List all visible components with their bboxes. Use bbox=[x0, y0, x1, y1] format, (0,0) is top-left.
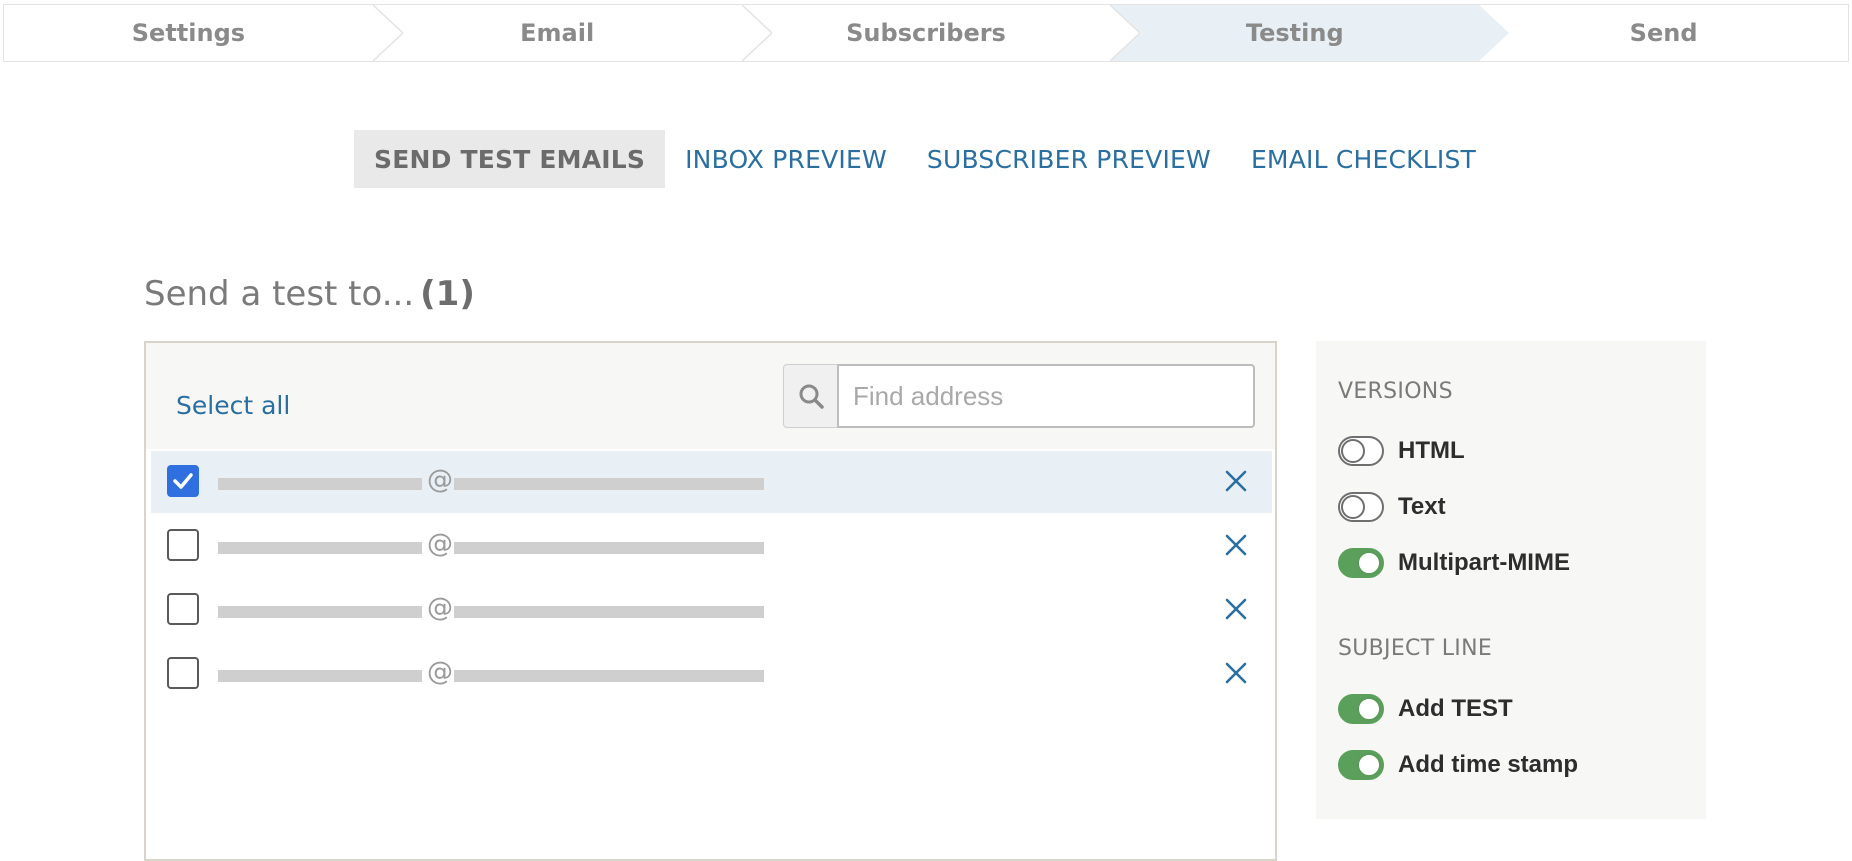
address-search bbox=[783, 364, 1255, 428]
tab-email-checklist[interactable]: EMAIL CHECKLIST bbox=[1231, 130, 1496, 188]
redacted-local-part bbox=[218, 670, 422, 682]
tab-subscriber-preview[interactable]: SUBSCRIBER PREVIEW bbox=[907, 130, 1231, 188]
search-icon bbox=[799, 384, 824, 409]
heading-text: Send a test to... bbox=[144, 274, 415, 314]
test-options-panel: VERSIONS HTML Text Multipart-MIME SUBJEC… bbox=[1316, 341, 1706, 819]
toggle-switch[interactable] bbox=[1338, 750, 1384, 780]
step-label: Subscribers bbox=[846, 19, 1006, 47]
at-symbol: @ bbox=[427, 593, 453, 623]
chevron-separator-icon bbox=[1110, 5, 1141, 61]
versions-heading: VERSIONS bbox=[1338, 379, 1453, 404]
select-all-link[interactable]: Select all bbox=[176, 391, 290, 420]
toggle-knob bbox=[1357, 697, 1381, 721]
chevron-separator-icon bbox=[741, 5, 772, 61]
toggle-switch[interactable] bbox=[1338, 548, 1384, 578]
recipient-row[interactable]: @ bbox=[151, 451, 1272, 513]
recipient-checkbox[interactable] bbox=[167, 529, 199, 561]
recipient-checkbox[interactable] bbox=[167, 593, 199, 625]
step-label: Settings bbox=[131, 19, 246, 47]
toggle-add-test[interactable]: Add TEST bbox=[1338, 693, 1513, 725]
remove-recipient-icon[interactable] bbox=[1222, 531, 1250, 559]
toggle-switch[interactable] bbox=[1338, 694, 1384, 724]
toggle-label: HTML bbox=[1398, 437, 1465, 464]
toggle-add-time-stamp[interactable]: Add time stamp bbox=[1338, 749, 1578, 781]
redacted-domain bbox=[454, 478, 764, 490]
at-symbol: @ bbox=[427, 465, 453, 495]
redacted-local-part bbox=[218, 542, 422, 554]
toggle-text[interactable]: Text bbox=[1338, 491, 1446, 523]
toggle-label: Multipart-MIME bbox=[1398, 549, 1570, 576]
step-subscribers[interactable]: Subscribers bbox=[742, 5, 1141, 61]
step-label: Email bbox=[520, 19, 595, 47]
redacted-domain bbox=[454, 542, 764, 554]
toggle-html[interactable]: HTML bbox=[1338, 435, 1465, 467]
wizard-stepper: Settings Email Subscribers Testing Send bbox=[3, 4, 1849, 62]
recipient-checkbox[interactable] bbox=[167, 465, 199, 497]
redacted-local-part bbox=[218, 478, 422, 490]
at-symbol: @ bbox=[427, 529, 453, 559]
toggle-knob bbox=[1341, 439, 1365, 463]
recipient-list: @ @ @ @ bbox=[151, 451, 1272, 707]
find-address-input[interactable] bbox=[837, 364, 1255, 428]
remove-recipient-icon[interactable] bbox=[1222, 595, 1250, 623]
recipient-panel: Select all @ bbox=[144, 341, 1277, 861]
toggle-knob bbox=[1357, 551, 1381, 575]
step-label: Testing bbox=[1245, 19, 1344, 47]
testing-tabs: SEND TEST EMAILS INBOX PREVIEW SUBSCRIBE… bbox=[354, 130, 1496, 188]
toggle-label: Add TEST bbox=[1398, 695, 1513, 722]
toggle-switch[interactable] bbox=[1338, 436, 1384, 466]
remove-recipient-icon[interactable] bbox=[1222, 659, 1250, 687]
toggle-knob bbox=[1341, 495, 1365, 519]
recipient-panel-header: Select all bbox=[146, 343, 1275, 449]
step-settings[interactable]: Settings bbox=[4, 5, 403, 61]
redacted-local-part bbox=[218, 606, 422, 618]
step-send[interactable]: Send bbox=[1479, 5, 1848, 61]
recipient-row[interactable]: @ bbox=[151, 515, 1272, 577]
toggle-label: Add time stamp bbox=[1398, 751, 1579, 778]
step-testing[interactable]: Testing bbox=[1110, 5, 1510, 61]
recipient-row[interactable]: @ bbox=[151, 643, 1272, 705]
toggle-multipart-mime[interactable]: Multipart-MIME bbox=[1338, 547, 1570, 579]
page-title: Send a test to... (1) bbox=[144, 274, 475, 314]
toggle-switch[interactable] bbox=[1338, 492, 1384, 522]
search-button[interactable] bbox=[783, 364, 837, 428]
tab-send-test-emails[interactable]: SEND TEST EMAILS bbox=[354, 130, 666, 188]
recipient-checkbox[interactable] bbox=[167, 657, 199, 689]
redacted-domain bbox=[454, 606, 764, 618]
step-label: Send bbox=[1629, 19, 1698, 47]
chevron-separator-icon bbox=[1479, 5, 1510, 61]
recipient-row[interactable]: @ bbox=[151, 579, 1272, 641]
at-symbol: @ bbox=[427, 657, 453, 687]
step-email[interactable]: Email bbox=[373, 5, 772, 61]
subject-line-heading: SUBJECT LINE bbox=[1338, 636, 1493, 661]
selected-count: (1) bbox=[420, 274, 475, 314]
tab-inbox-preview[interactable]: INBOX PREVIEW bbox=[665, 130, 907, 188]
toggle-label: Text bbox=[1398, 493, 1446, 520]
checkmark-icon bbox=[173, 473, 193, 489]
redacted-domain bbox=[454, 670, 764, 682]
remove-recipient-icon[interactable] bbox=[1222, 467, 1250, 495]
chevron-separator-icon bbox=[372, 5, 403, 61]
toggle-knob bbox=[1357, 753, 1381, 777]
